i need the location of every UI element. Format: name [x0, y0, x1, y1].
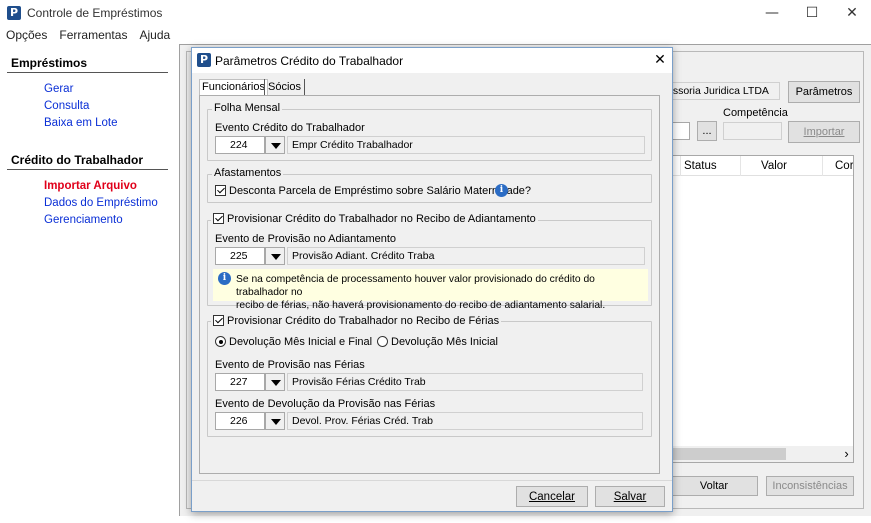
sidebar-section-credito: Crédito do Trabalhador: [11, 153, 144, 167]
chevron-down-icon[interactable]: [265, 412, 285, 430]
evento-devolucao-code[interactable]: 226: [215, 412, 265, 430]
evento-credito-label: Evento Crédito do Trabalhador: [215, 122, 365, 134]
import-table: [662, 155, 854, 463]
column-cor[interactable]: Cor: [822, 156, 853, 176]
sidebar-item-baixa-em-lote[interactable]: Baixa em Lote: [44, 117, 118, 129]
checkbox-label: Desconta Parcela de Empréstimo sobre Sal…: [229, 185, 532, 197]
importar-button[interactable]: Importar: [788, 121, 860, 143]
sidebar-item-gerar[interactable]: Gerar: [44, 83, 73, 95]
group-title: Afastamentos: [212, 167, 284, 179]
sidebar-item-dados-emprestimo[interactable]: Dados do Empréstimo: [44, 197, 158, 209]
dialog-title: Parâmetros Crédito do Trabalhador: [215, 54, 404, 68]
dialog-footer-divider: [192, 480, 672, 481]
radio-label: Devolução Mês Inicial: [391, 336, 498, 348]
company-field: essoria Juridica LTDA: [662, 82, 780, 100]
evento-devolucao-label: Evento de Devolução da Provisão nas Féri…: [215, 398, 436, 410]
menu-opcoes[interactable]: Opções: [6, 28, 47, 42]
radio-unselected-icon[interactable]: [377, 336, 388, 347]
sidebar-item-importar-arquivo[interactable]: Importar Arquivo: [44, 180, 137, 192]
scrollbar-thumb[interactable]: [663, 448, 786, 460]
close-window-button[interactable]: ✕: [832, 0, 871, 26]
sidebar-item-gerenciamento[interactable]: Gerenciamento: [44, 214, 123, 226]
info-icon: i: [218, 272, 231, 285]
radio-mes-inicial-final[interactable]: Devolução Mês Inicial e Final: [215, 336, 372, 348]
info-line: recibo de férias, não haverá provisionam…: [236, 300, 606, 311]
competencia-label: Competência: [723, 107, 788, 119]
app-logo-icon: P: [7, 6, 21, 20]
scroll-right-icon[interactable]: ›: [840, 446, 853, 462]
sidebar-divider: [7, 169, 168, 170]
column-valor[interactable]: Valor: [740, 156, 822, 176]
file-path-input[interactable]: [670, 122, 690, 140]
browse-button[interactable]: ...: [697, 121, 717, 141]
chevron-down-icon[interactable]: [265, 247, 285, 265]
adiantamento-checkbox[interactable]: Provisionar Crédito do Trabalhador no Re…: [211, 213, 538, 225]
radio-mes-inicial[interactable]: Devolução Mês Inicial: [377, 336, 498, 348]
checkbox-label: Provisionar Crédito do Trabalhador no Re…: [227, 315, 500, 327]
sidebar-divider: [7, 72, 168, 73]
evento-provisao-ferias-code[interactable]: 227: [215, 373, 265, 391]
checkbox-label: Provisionar Crédito do Trabalhador no Re…: [227, 213, 536, 225]
menu-bar: Opções Ferramentas Ajuda: [6, 28, 179, 42]
column-status[interactable]: Status: [680, 156, 740, 176]
evento-provisao-ferias-description: Provisão Férias Crédito Trab: [287, 373, 643, 391]
tab-socios[interactable]: Sócios: [264, 79, 306, 95]
save-button[interactable]: Salvar: [595, 486, 665, 507]
competencia-input[interactable]: [723, 122, 782, 140]
chevron-down-icon[interactable]: [265, 136, 285, 154]
group-title: Folha Mensal: [212, 102, 283, 114]
menu-ferramentas[interactable]: Ferramentas: [59, 28, 127, 42]
menu-ajuda[interactable]: Ajuda: [140, 28, 171, 42]
evento-adiantamento-code[interactable]: 225: [215, 247, 265, 265]
info-message-text: Se na competência de processamento houve…: [236, 273, 646, 312]
sidebar-item-consulta[interactable]: Consulta: [44, 100, 89, 112]
salario-maternidade-checkbox[interactable]: Desconta Parcela de Empréstimo sobre Sal…: [215, 185, 531, 197]
evento-provisao-ferias-label: Evento de Provisão nas Férias: [215, 359, 365, 371]
maximize-button[interactable]: ☐: [792, 0, 832, 26]
evento-devolucao-description: Devol. Prov. Férias Créd. Trab: [287, 412, 643, 430]
voltar-button[interactable]: Voltar: [670, 476, 758, 496]
evento-credito-description: Empr Crédito Trabalhador: [287, 136, 645, 154]
radio-selected-icon[interactable]: [215, 336, 226, 347]
parametros-button[interactable]: Parâmetros: [788, 81, 860, 103]
inconsistencias-button[interactable]: Inconsistências: [766, 476, 854, 496]
info-icon[interactable]: i: [495, 184, 508, 197]
sidebar-section-emprestimos: Empréstimos: [11, 56, 88, 70]
ferias-checkbox[interactable]: Provisionar Crédito do Trabalhador no Re…: [211, 315, 502, 327]
dialog-close-button[interactable]: ✕: [648, 49, 672, 71]
cancel-button[interactable]: Cancelar: [516, 486, 588, 507]
evento-adiantamento-label: Evento de Provisão no Adiantamento: [215, 233, 397, 245]
radio-label: Devolução Mês Inicial e Final: [229, 336, 373, 348]
dialog-logo-icon: P: [197, 53, 211, 67]
checkbox-checked-icon[interactable]: [213, 213, 224, 224]
checkbox-checked-icon[interactable]: [215, 185, 226, 196]
info-line: Se na competência de processamento houve…: [236, 274, 595, 298]
tab-funcionarios[interactable]: Funcionários: [199, 79, 268, 95]
window-title: Controle de Empréstimos: [27, 6, 163, 20]
evento-adiantamento-description: Provisão Adiant. Crédito Traba: [287, 247, 645, 265]
chevron-down-icon[interactable]: [265, 373, 285, 391]
minimize-button[interactable]: —: [752, 0, 792, 26]
evento-credito-code[interactable]: 224: [215, 136, 265, 154]
checkbox-checked-icon[interactable]: [213, 315, 224, 326]
